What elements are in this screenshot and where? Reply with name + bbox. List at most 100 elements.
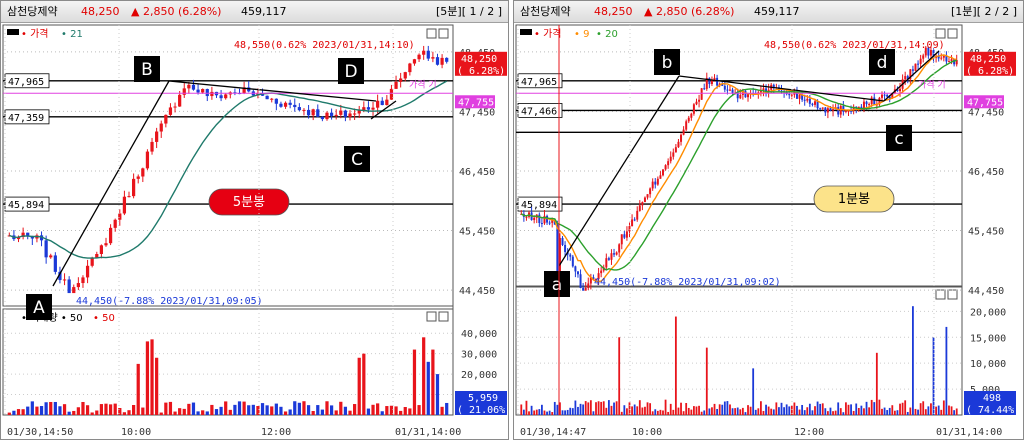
volume-bar xyxy=(638,400,641,415)
volume-axis-tick: 30,000 xyxy=(461,350,497,361)
volume-bar xyxy=(703,410,706,415)
volume-bar xyxy=(260,403,265,415)
volume-bar xyxy=(793,402,796,415)
candle-body xyxy=(641,202,644,206)
candle-body xyxy=(904,76,907,80)
candle-body xyxy=(72,287,76,294)
volume-bar xyxy=(839,408,842,415)
volume-bar xyxy=(875,352,878,415)
candle-body xyxy=(168,107,173,115)
candle-body xyxy=(661,169,664,176)
candle-body xyxy=(297,107,301,111)
candle-body xyxy=(605,258,608,268)
candle-body xyxy=(187,84,191,89)
volume-bar xyxy=(566,409,569,415)
candle-body xyxy=(870,97,873,105)
volume-bar xyxy=(582,404,585,415)
volume-bar xyxy=(772,409,775,415)
right-chart-panel: 삼천당제약 48,250 ▲ 2,850 (6.28%) 459,117 [1분… xyxy=(513,0,1024,440)
volume-bar xyxy=(649,403,652,415)
volume-bar xyxy=(150,339,154,415)
volume-bar xyxy=(850,404,852,415)
price-axis-tick: 44,450 xyxy=(968,286,1004,297)
volume-bar xyxy=(744,412,747,415)
time-axis-tick: 12:00 xyxy=(794,427,824,438)
volume-bar xyxy=(210,404,214,415)
candle-body xyxy=(164,114,168,124)
candle-body xyxy=(122,196,127,214)
volume-bar xyxy=(237,401,242,415)
candle-body xyxy=(669,156,672,162)
volume-bar xyxy=(62,404,67,415)
candle-body xyxy=(44,240,48,258)
moving-average-line xyxy=(9,80,448,259)
candle-body xyxy=(67,279,71,294)
volume-bar xyxy=(136,363,140,415)
candle-body xyxy=(692,104,695,114)
candle-body xyxy=(814,101,817,105)
volume-bar xyxy=(311,410,315,415)
volume-bar xyxy=(914,408,917,415)
volume-bar xyxy=(533,410,536,415)
candle-body xyxy=(113,219,117,228)
candle-body xyxy=(839,105,842,115)
level-label: 47,359 xyxy=(8,113,44,124)
volume-bar xyxy=(201,410,205,415)
volume-bar xyxy=(713,403,716,415)
candle-body xyxy=(636,210,639,220)
pane-control-icon xyxy=(935,28,946,39)
volume-bar xyxy=(316,405,320,415)
volume-bar xyxy=(888,407,891,415)
volume-bar xyxy=(659,409,662,415)
candle-body xyxy=(873,97,876,105)
ma-price-text: 가격 기 xyxy=(409,78,437,90)
candle-body xyxy=(886,94,889,97)
candle-body xyxy=(435,57,440,65)
legend-volume-label: • 거래량 • 50 xyxy=(21,312,83,324)
volume-bar xyxy=(595,402,597,415)
volume-bar xyxy=(173,411,177,415)
candle-body xyxy=(155,131,159,142)
volume-bar xyxy=(274,403,278,415)
candle-body xyxy=(574,266,577,272)
candle-body xyxy=(108,227,113,244)
volume-bar xyxy=(618,337,621,415)
volume-axis-tick: 20,000 xyxy=(970,307,1006,318)
candle-body xyxy=(600,270,603,274)
pane-control-icon xyxy=(426,311,437,322)
volume-bar xyxy=(762,410,765,415)
volume-bar xyxy=(35,406,39,415)
volume-bar xyxy=(757,408,760,415)
volume-bar xyxy=(159,412,163,415)
candle-body xyxy=(615,252,618,255)
volume-bar xyxy=(883,407,886,415)
volume-bar xyxy=(610,405,613,415)
volume-bar xyxy=(412,349,417,415)
volume-bar xyxy=(932,337,935,415)
volume-bar xyxy=(919,403,922,415)
candle-body xyxy=(824,107,827,113)
candle-body xyxy=(643,197,646,203)
volume-bar xyxy=(99,404,103,415)
right-chart-canvas[interactable]: • 가격• 9• 2048,45047,45046,45045,45044,45… xyxy=(514,1,1024,440)
volume-bar xyxy=(734,408,737,415)
volume-bar xyxy=(868,407,871,415)
volume-bar xyxy=(641,407,644,415)
pane-control-icon xyxy=(438,311,449,322)
candle-body xyxy=(682,129,685,135)
candle-body xyxy=(306,109,311,116)
candle-body xyxy=(136,176,140,179)
candle-body xyxy=(798,94,801,99)
volume-bar xyxy=(16,409,21,415)
left-chart-canvas[interactable]: • 가격• 2148,45047,45046,45045,45044,45047… xyxy=(1,1,509,440)
candle-body xyxy=(576,271,579,275)
volume-tag-pct: ( 21.06%) xyxy=(457,405,509,416)
legend-volume-ma: • 50 xyxy=(93,313,115,324)
candle-body xyxy=(698,99,701,102)
candle-body xyxy=(412,59,417,64)
volume-bar xyxy=(845,402,847,415)
volume-tag-value: 5,959 xyxy=(468,393,498,404)
candle-body xyxy=(302,109,306,111)
candle-body xyxy=(806,98,809,101)
candle-body xyxy=(569,254,572,257)
